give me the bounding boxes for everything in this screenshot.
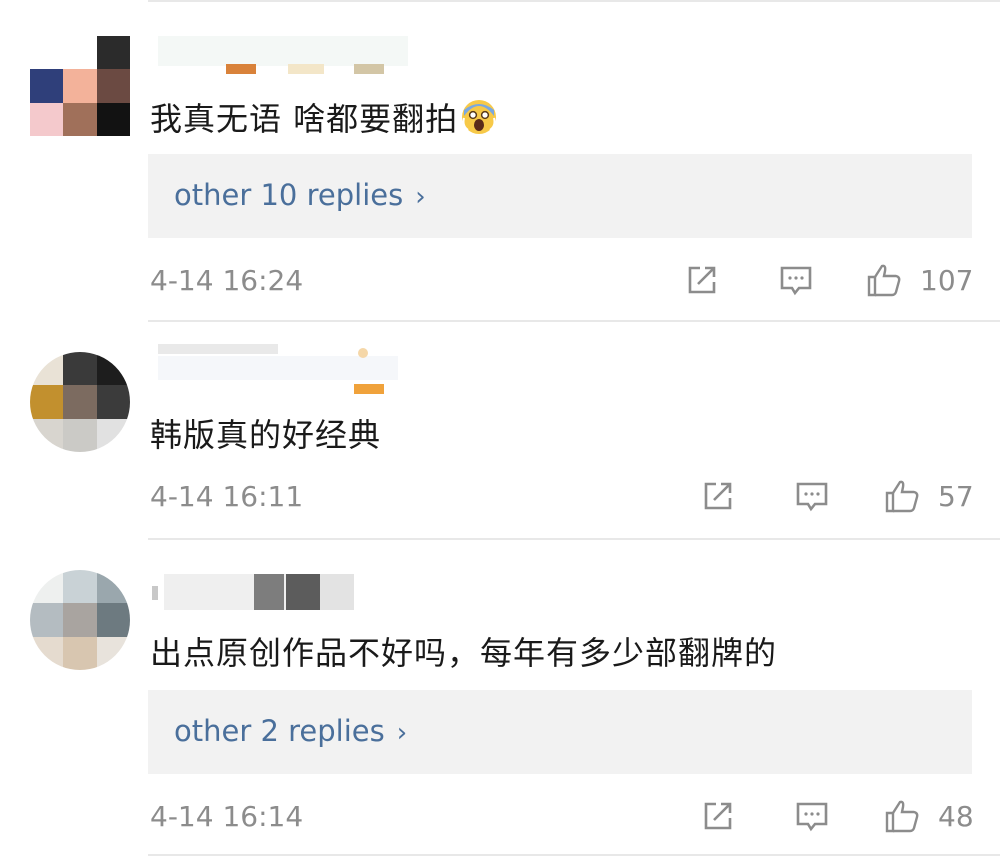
comment-meta: 4-14 16:11 57 (148, 476, 974, 520)
repost-icon[interactable] (684, 262, 720, 298)
comment-item: 韩版真的好经典 4-14 16:11 57 (0, 322, 1000, 540)
comment-text: 出点原创作品不好吗，每年有多少部翻牌的 (150, 634, 778, 672)
more-replies-link[interactable]: other 10 replies › (174, 178, 426, 212)
replies-box[interactable]: other 10 replies › (148, 154, 972, 238)
avatar[interactable] (30, 352, 130, 452)
replies-box[interactable]: other 2 replies › (148, 690, 972, 774)
timestamp: 4-14 16:24 (150, 264, 304, 297)
comment-meta: 4-14 16:14 48 (148, 796, 974, 840)
comment-icon[interactable] (778, 262, 814, 298)
comment-text: 我真无语 啥都要翻拍 (150, 94, 498, 140)
chevron-right-icon: › (396, 718, 408, 748)
thumbs-up-icon[interactable] (884, 478, 920, 514)
username-blurred[interactable] (158, 340, 418, 394)
timestamp: 4-14 16:14 (150, 800, 304, 833)
comment-list: 我真无语 啥都要翻拍 other 10 replies› 4-14 16:24 (0, 0, 1000, 858)
chevron-right-icon: › (415, 182, 426, 212)
like-count: 48 (938, 800, 974, 833)
username-blurred[interactable] (152, 574, 418, 620)
repost-icon[interactable] (700, 798, 736, 834)
divider (148, 854, 1000, 856)
thumbs-up-icon[interactable] (884, 798, 920, 834)
like-count: 107 (920, 264, 974, 297)
comment-item: 我真无语 啥都要翻拍 other 10 replies› 4-14 16:24 (0, 0, 1000, 322)
avatar[interactable] (30, 570, 130, 670)
username-blurred[interactable] (158, 28, 418, 74)
comment-icon[interactable] (794, 798, 830, 834)
avatar[interactable] (30, 36, 130, 136)
more-replies-link[interactable]: other 2 replies › (174, 714, 407, 748)
comment-meta: 4-14 16:24 107 (148, 260, 974, 304)
thumbs-up-icon[interactable] (866, 262, 902, 298)
like-count: 57 (938, 480, 974, 513)
comment-text: 韩版真的好经典 (150, 416, 382, 454)
timestamp: 4-14 16:11 (150, 480, 304, 513)
scream-face-emoji (462, 100, 497, 134)
repost-icon[interactable] (700, 478, 736, 514)
comment-item: 出点原创作品不好吗，每年有多少部翻牌的 other 2 replies › 4-1… (0, 540, 1000, 858)
comment-icon[interactable] (794, 478, 830, 514)
